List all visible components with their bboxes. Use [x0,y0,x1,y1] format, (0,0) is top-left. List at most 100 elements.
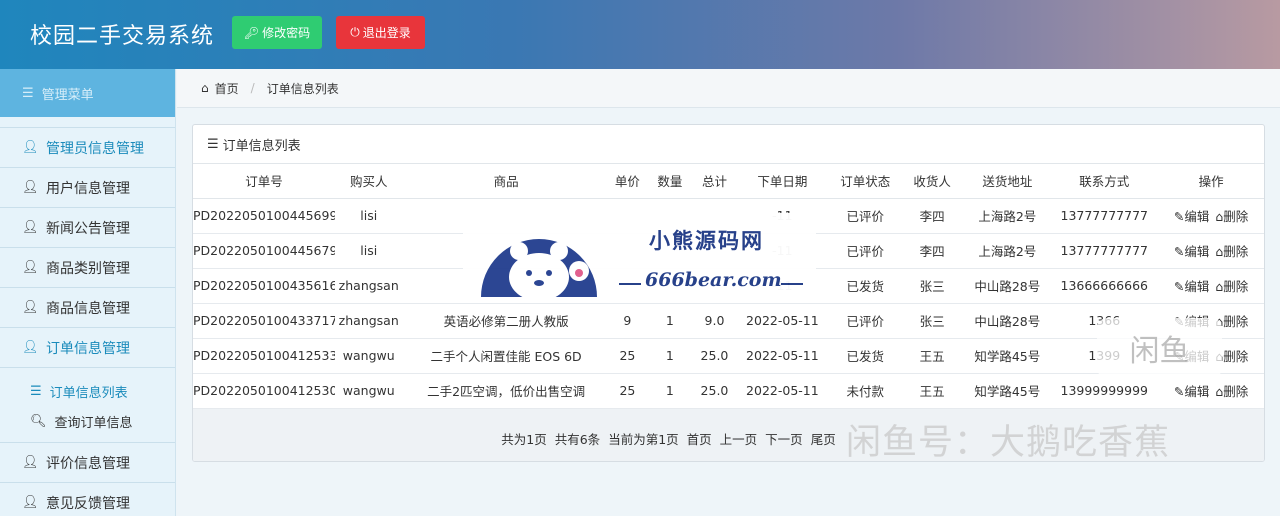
delete-button[interactable]: ⌂删除 [1215,279,1248,294]
column-header: 单价 [609,164,646,199]
sidebar: ☰ 管理菜单 👤︎ 管理员信息管理 👤︎ 用户信息管理 👤︎ 新闻公告管理 👤︎… [0,69,176,516]
table-cell: 英语必修第二册人教版 [402,303,610,339]
table-cell: PD20220501004337173 [193,303,336,339]
delete-button[interactable]: ⌂删除 [1215,244,1248,259]
edit-button[interactable]: ✎编辑 [1174,209,1210,224]
table-cell: PD20220501004125331 [193,338,336,374]
table-cell: PD20220501004456990 [193,198,336,234]
sidebar-item-news[interactable]: 👤︎ 新闻公告管理 [0,207,175,247]
user-icon: 👤︎ [22,300,39,315]
user-icon: 👤︎ [22,495,39,510]
table-cell: 李四 [900,233,965,269]
menu-icon: ☰ [22,85,34,101]
watermark-line-left [619,283,641,285]
delete-label: 删除 [1223,209,1249,224]
sidebar-item-reviews[interactable]: 👤︎ 评价信息管理 [0,442,175,482]
sidebar-item-users[interactable]: 👤︎ 用户信息管理 [0,167,175,207]
table-cell: 9.0 [694,303,735,339]
table-cell: 13777777777 [1050,233,1159,269]
pager-total-pages: 共为1页 [501,432,547,447]
edit-button[interactable]: ✎编辑 [1174,384,1210,399]
column-header: 商品 [402,164,610,199]
table-cell: 已发货 [830,268,901,304]
edit-button[interactable]: ✎编辑 [1174,244,1210,259]
logout-button[interactable]: ⏻ 退出登录 [336,16,425,49]
column-header: 购买人 [335,164,403,199]
table-cell: zhangsan [335,303,403,339]
column-header: 下单日期 [734,164,831,199]
subitem-order-list[interactable]: ☰ 订单信息列表 [0,376,175,406]
table-cell: 25 [609,373,646,409]
watermark-brand: 小熊源码网 [649,228,764,253]
pager-prev-link[interactable]: 上一页 [720,429,758,448]
sidebar-item-orders[interactable]: 👤︎ 订单信息管理 [0,327,175,367]
table-cell: 已评价 [830,303,901,339]
table-cell: 1 [645,303,695,339]
edit-label: 编辑 [1184,384,1210,399]
table-cell: 25.0 [694,338,735,374]
delete-label: 删除 [1223,384,1249,399]
home-icon: ⌂ [201,81,209,95]
table-cell: 知学路45号 [964,338,1051,374]
column-header: 联系方式 [1050,164,1159,199]
edit-icon: ✎ [1173,279,1185,294]
watermark-bear-card: 小熊源码网 666bear.com [463,213,816,303]
sidebar-item-label: 商品类别管理 [46,260,130,277]
table-cell: 二手个人闲置佳能 EOS 6D [402,338,610,374]
orders-submenu: ☰ 订单信息列表 🔍︎ 查询订单信息 [0,367,175,442]
table-cell: 王五 [900,338,965,374]
table-cell: wangwu [335,338,403,374]
pager-last-link[interactable]: 尾页 [811,429,836,448]
table-cell: 上海路2号 [964,233,1051,269]
pager-next-link[interactable]: 下一页 [765,429,803,448]
column-header: 订单号 [193,164,336,199]
table-cell: 1 [645,373,695,409]
table-cell: 13999999999 [1050,373,1159,409]
table-cell: 2022-05-11 [734,338,831,374]
user-icon: 👤︎ [22,180,39,195]
pager-first-link[interactable]: 首页 [687,429,712,448]
power-icon: ⏻ [350,25,360,39]
sidebar-item-feedback[interactable]: 👤︎ 意见反馈管理 [0,482,175,516]
column-header: 订单状态 [830,164,901,199]
subitem-order-search[interactable]: 🔍︎ 查询订单信息 [0,406,175,436]
watermark-url: 666bear.com [645,269,782,291]
sidebar-item-goods[interactable]: 👤︎ 商品信息管理 [0,287,175,327]
watermark-line-right [781,283,803,285]
table-cell: PD20220501004356164 [193,268,336,304]
change-password-button[interactable]: 🔑︎ 修改密码 [232,16,322,49]
edit-label: 编辑 [1184,209,1210,224]
table-cell: 中山路28号 [964,268,1051,304]
table-cell: lisi [335,233,403,269]
delete-label: 删除 [1223,244,1249,259]
delete-button[interactable]: ⌂删除 [1215,384,1248,399]
table-cell: 2022-05-11 [734,303,831,339]
table-cell: 知学路45号 [964,373,1051,409]
table-cell: 已评价 [830,198,901,234]
sidebar-item-category[interactable]: 👤︎ 商品类别管理 [0,247,175,287]
user-icon: 👤︎ [22,220,39,235]
sidebar-item-admin[interactable]: 👤︎ 管理员信息管理 [0,127,175,167]
user-icon: 👤︎ [22,455,39,470]
user-icon: 👤︎ [22,260,39,275]
sidebar-item-label: 用户信息管理 [46,180,130,197]
table-cell: 1 [645,338,695,374]
sidebar-item-label: 评价信息管理 [46,455,130,472]
list-icon: ☰ [207,136,219,152]
table-cell: 张三 [900,303,965,339]
table-cell: 王五 [900,373,965,409]
table-cell: 13666666666 [1050,268,1159,304]
list-icon: ☰ [30,383,42,399]
edit-button[interactable]: ✎编辑 [1174,279,1210,294]
edit-icon: ✎ [1173,384,1185,399]
table-cell: 25.0 [694,373,735,409]
table-cell: wangwu [335,373,403,409]
table-cell: 13777777777 [1050,198,1159,234]
column-header: 送货地址 [964,164,1051,199]
delete-button[interactable]: ⌂删除 [1215,209,1248,224]
actions-cell: ✎编辑 ⌂删除 [1158,198,1264,234]
pager-total-items: 共有6条 [554,432,601,447]
breadcrumb-home[interactable]: 首页 [215,80,239,97]
delete-label: 删除 [1223,349,1249,364]
edit-label: 编辑 [1184,279,1210,294]
